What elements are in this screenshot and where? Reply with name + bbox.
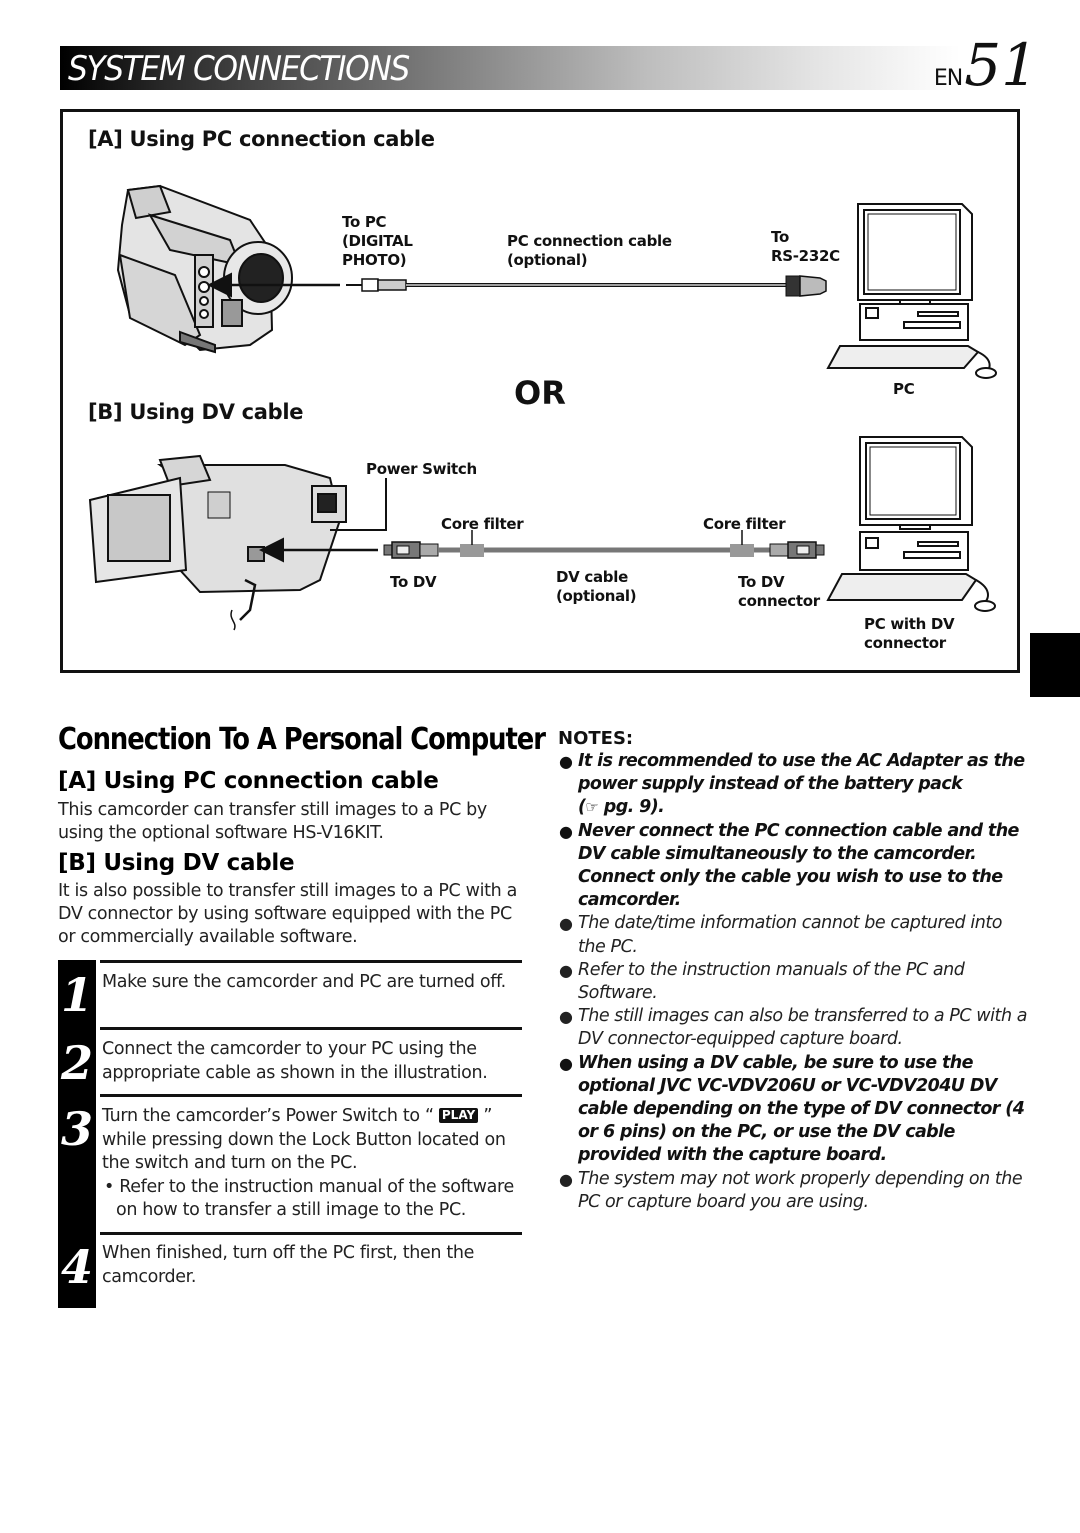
step-text: Turn the camcorder’s Power Switch to “ P… — [102, 1105, 526, 1223]
note-text: The still images can also be transferred… — [578, 1006, 1027, 1050]
connection-illustration — [88, 184, 997, 631]
notes-title: NOTES: — [558, 728, 634, 749]
dv-cable-label-line: (optional) — [556, 587, 637, 605]
note-text: Never connect the PC connection cable an… — [578, 820, 1019, 911]
power-switch-label: Power Switch — [366, 460, 477, 478]
or-label: OR — [514, 374, 566, 412]
pc-with-dv-label-line: PC with DV — [864, 615, 955, 633]
dv-cable — [383, 530, 825, 559]
note-text: When using a DV cable, be sure to use th… — [578, 1052, 1025, 1166]
note-text: The system may not work properly dependi… — [578, 1168, 1023, 1212]
to-pc-label-line: PHOTO) — [342, 251, 407, 269]
bullet-icon: ● — [559, 960, 573, 980]
step-divider — [100, 1232, 522, 1235]
subsection-b-body: It is also possible to transfer still im… — [58, 881, 517, 947]
pc-with-dv-label-line: connector — [864, 634, 946, 652]
subsection-a-heading: [A] Using PC connection cable — [58, 768, 439, 794]
to-dv-connector-label: To DV connector — [738, 573, 820, 611]
camcorder-a-icon — [116, 184, 293, 354]
note-item: ● Refer to the instruction manuals of the… — [558, 959, 1028, 1005]
core-filter-right-label: Core filter — [703, 515, 786, 533]
bullet-icon: ● — [559, 1007, 573, 1027]
rs232-label: To RS-232C — [771, 228, 840, 266]
step-divider — [100, 960, 522, 963]
step-number: 4 — [60, 1240, 93, 1294]
core-filter-left-label: Core filter — [441, 515, 524, 533]
note-item: ● The date/time information cannot be cap… — [558, 912, 1028, 958]
step-text: Make sure the camcorder and PC are turne… — [102, 972, 506, 992]
section-tab-marker — [1030, 633, 1080, 697]
section-title: Connection To A Personal Computer — [58, 722, 546, 757]
subsection-b-heading: [B] Using DV cable — [58, 850, 295, 876]
pc-with-dv-label: PC with DV connector — [864, 615, 955, 653]
bullet-icon: ● — [559, 1169, 573, 1189]
pc-label: PC — [893, 380, 915, 398]
note-text: The date/time information cannot be capt… — [578, 913, 1003, 957]
step-text: When finished, turn off the PC first, th… — [102, 1243, 475, 1287]
diagram-heading-b: [B] Using DV cable — [88, 400, 304, 424]
core-filter-right-icon — [730, 544, 754, 557]
notes-list: ● It is recommended to use the AC Adapter… — [558, 750, 1028, 1214]
to-pc-label: To PC (DIGITAL PHOTO) — [342, 213, 413, 270]
note-item: ● Never connect the PC connection cable a… — [558, 820, 1028, 913]
to-pc-label-line: (DIGITAL — [342, 232, 413, 250]
note-item: ● It is recommended to use the AC Adapter… — [558, 750, 1028, 820]
rs232-label-line: RS-232C — [771, 247, 840, 265]
rs232-label-line: To — [771, 228, 789, 246]
step-text-part: Turn the camcorder’s Power Switch to “ — [102, 1106, 439, 1126]
pc-cable-label-line: PC connection cable — [507, 232, 672, 250]
play-mode-badge: PLAY — [438, 1108, 479, 1123]
core-filter-left-icon — [460, 544, 484, 557]
note-page-ref: pg. 9). — [603, 797, 665, 818]
pc-connection-cable — [346, 275, 827, 297]
to-dv-label: To DV — [390, 573, 437, 591]
to-dv-connector-label-line: To DV — [738, 573, 785, 591]
pc-a-icon — [826, 203, 997, 379]
step-sub-bullet: • Refer to the instruction manual of the… — [104, 1176, 514, 1221]
dv-cable-label-line: DV cable — [556, 568, 628, 586]
camcorder-b-icon — [88, 454, 347, 631]
bullet-icon: ● — [559, 752, 573, 771]
step-number: 2 — [60, 1036, 93, 1090]
pc-cable-label: PC connection cable (optional) — [507, 232, 672, 270]
bullet-icon: ● — [559, 914, 573, 934]
step-sub-bullet-text: Refer to the instruction manual of the s… — [116, 1176, 514, 1221]
pointing-hand-icon: ☞ — [585, 798, 599, 817]
diagram-heading-a: [A] Using PC connection cable — [88, 127, 435, 151]
step-number: 1 — [60, 968, 93, 1022]
note-item: ● The system may not work properly depend… — [558, 1168, 1028, 1214]
bullet-icon: ● — [559, 1053, 573, 1073]
step-text: Connect the camcorder to your PC using t… — [102, 1039, 488, 1083]
bullet-icon: ● — [559, 821, 573, 841]
note-item: ● When using a DV cable, be sure to use t… — [558, 1052, 1028, 1168]
dv-cable-label: DV cable (optional) — [556, 568, 637, 606]
note-text: Refer to the instruction manuals of the … — [578, 959, 965, 1004]
note-text: It is recommended to use the AC Adapter … — [578, 751, 1025, 795]
to-dv-connector-label-line: connector — [738, 592, 820, 610]
pc-cable-label-line: (optional) — [507, 251, 588, 269]
subsection-a-body: This camcorder can transfer still images… — [58, 800, 487, 843]
step-number: 3 — [60, 1102, 93, 1156]
note-item: ● The still images can also be transferre… — [558, 1005, 1028, 1051]
step-divider — [100, 1094, 522, 1097]
step-divider — [100, 1027, 522, 1030]
to-pc-label-line: To PC — [342, 213, 387, 231]
pc-b-icon — [826, 436, 996, 612]
